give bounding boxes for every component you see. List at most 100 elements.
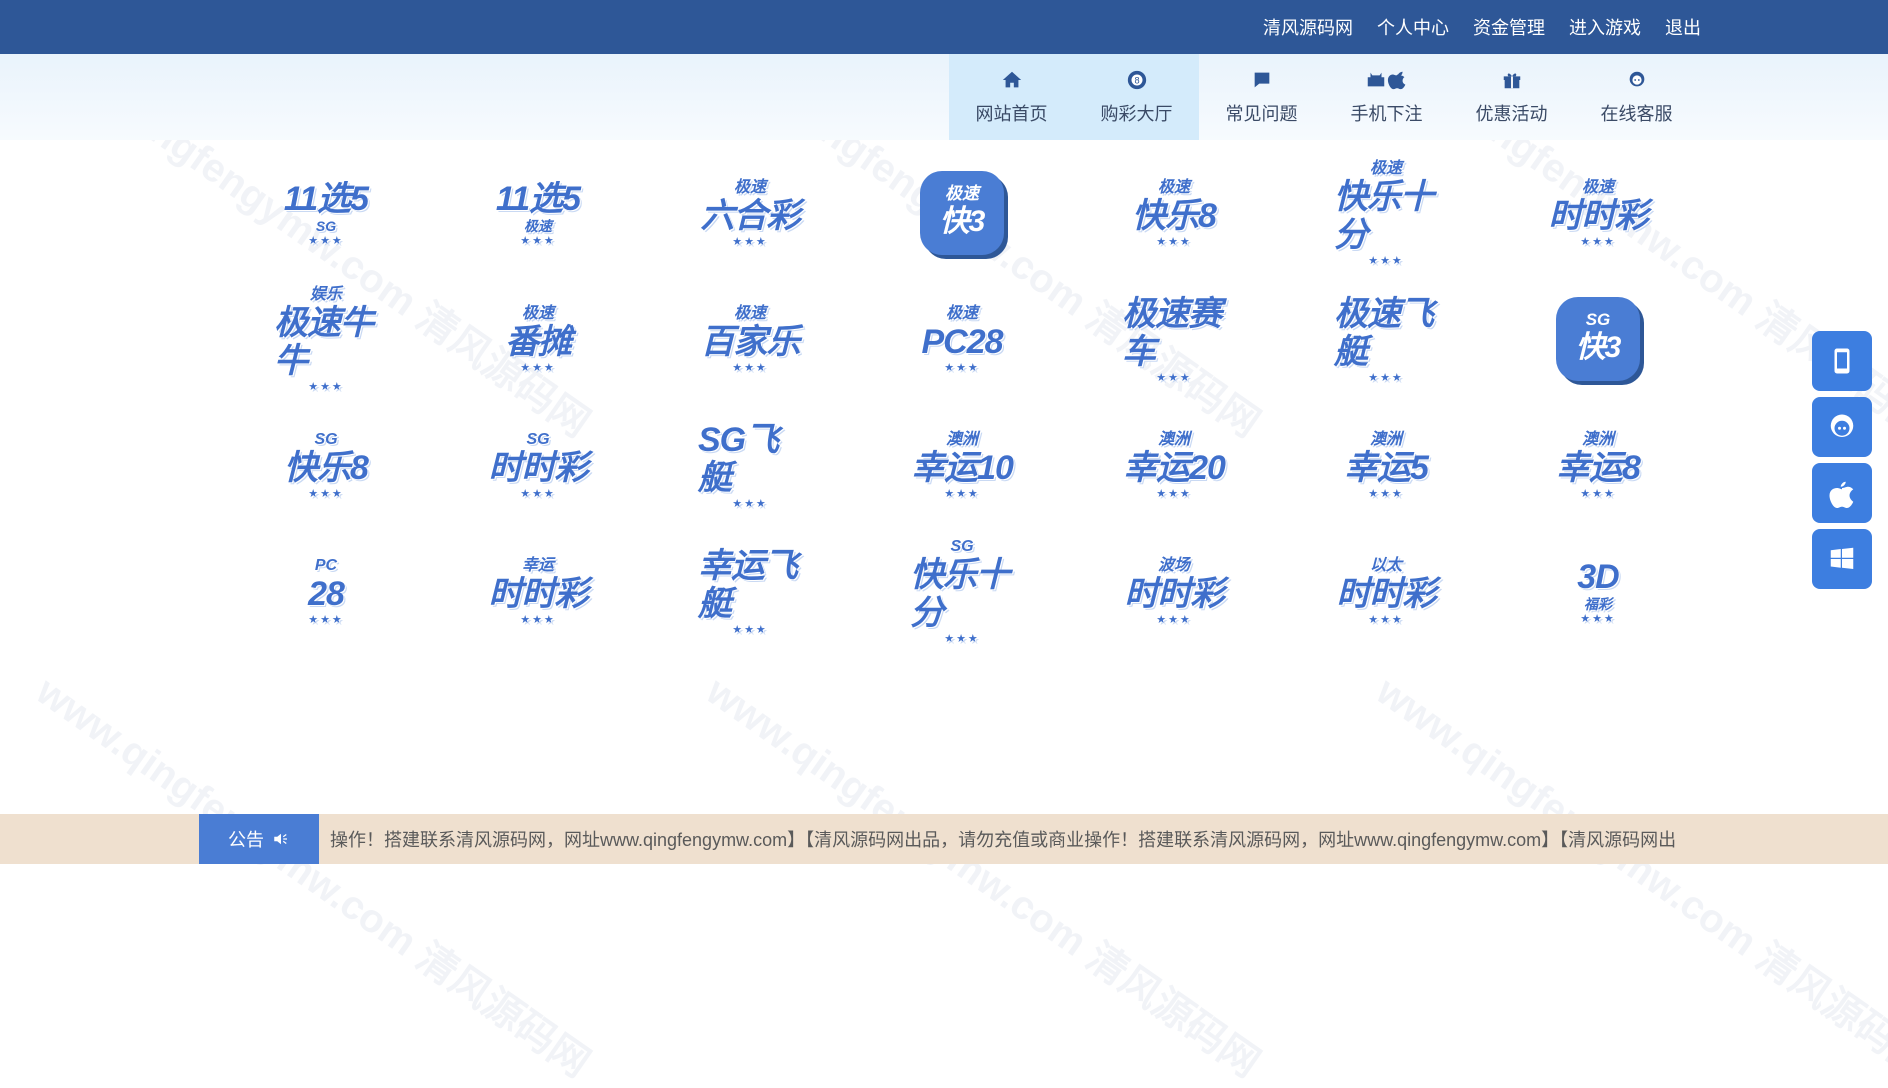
- game-tile[interactable]: 澳洲 幸运8 ★★★: [1492, 402, 1704, 528]
- game-logo: 澳洲 幸运20 ★★★: [1122, 417, 1226, 513]
- customer-service-button[interactable]: [1812, 397, 1872, 457]
- stars-decoration: ★★★: [520, 487, 556, 500]
- stars-decoration: ★★★: [944, 632, 980, 645]
- game-logo-top-text: 以太: [1369, 556, 1402, 574]
- top-link-profile[interactable]: 个人中心: [1377, 14, 1449, 40]
- nav-item-faq[interactable]: 常见问题: [1199, 54, 1324, 140]
- game-tile[interactable]: SG飞艇 ★★★: [644, 402, 856, 528]
- game-logo: SG 时时彩 ★★★: [486, 417, 590, 513]
- game-logo-main-text: SG飞艇: [698, 420, 779, 497]
- windows-icon: [1830, 547, 1854, 569]
- game-logo: 11选5 极速 ★★★: [486, 165, 590, 261]
- game-logo-top-text: 极速: [1157, 178, 1190, 196]
- game-logo-top-text: PC: [314, 556, 338, 574]
- stars-decoration: ★★★: [944, 361, 980, 374]
- game-logo-main-text: PC28: [921, 322, 1003, 361]
- game-tile[interactable]: 11选5 SG ★★★: [220, 150, 432, 276]
- game-tile[interactable]: 以太 时时彩 ★★★: [1280, 528, 1492, 654]
- game-logo-top-text: 澳洲: [1581, 430, 1614, 448]
- game-tile[interactable]: 娱乐 极速牛牛 ★★★: [220, 276, 432, 402]
- game-logo: 极速 快乐8 ★★★: [1122, 165, 1226, 261]
- game-logo-main-text: 极速飞艇: [1334, 294, 1434, 371]
- stars-decoration: ★★★: [308, 234, 344, 247]
- nav-item-home[interactable]: 网站首页: [949, 54, 1074, 140]
- top-links: 清风源码网 个人中心 资金管理 进入游戏 退出: [1263, 0, 1701, 54]
- top-link-site[interactable]: 清风源码网: [1263, 14, 1353, 40]
- top-link-logout[interactable]: 退出: [1665, 14, 1701, 40]
- nav-item-promotions[interactable]: 优惠活动: [1449, 54, 1574, 140]
- nav-item-customer-service[interactable]: 在线客服: [1574, 54, 1699, 140]
- apple-button[interactable]: [1812, 463, 1872, 523]
- watermark: www.qingfengymw.com 清风源码网: [28, 669, 598, 1086]
- game-logo-main-text: 快3: [939, 205, 986, 238]
- game-tile[interactable]: 极速 百家乐 ★★★: [644, 276, 856, 402]
- top-link-enter-game[interactable]: 进入游戏: [1569, 14, 1641, 40]
- game-logo-main-text: 快3: [1575, 331, 1622, 364]
- game-logo-top-text: 波场: [1157, 556, 1190, 574]
- phone-button[interactable]: [1812, 331, 1872, 391]
- game-tile[interactable]: SG 快乐十分 ★★★: [856, 528, 1068, 654]
- game-tile[interactable]: 幸运 时时彩 ★★★: [432, 528, 644, 654]
- game-tile[interactable]: 波场 时时彩 ★★★: [1068, 528, 1280, 654]
- main-nav: 网站首页 8 购彩大厅 常见问题 手机下注 优惠活动 在线客服: [949, 54, 1699, 140]
- game-logo: 澳洲 幸运8 ★★★: [1546, 417, 1650, 513]
- game-logo-sub-text: 福彩: [1584, 595, 1612, 612]
- game-logo-main-text: 快乐8: [1132, 196, 1217, 235]
- stars-decoration: ★★★: [1368, 487, 1404, 500]
- top-link-funds[interactable]: 资金管理: [1473, 14, 1545, 40]
- game-logo-main-text: 3D: [1577, 557, 1619, 596]
- nav-item-mobile-bet[interactable]: 手机下注: [1324, 54, 1449, 140]
- game-tile[interactable]: 极速飞艇 ★★★: [1280, 276, 1492, 402]
- game-tile[interactable]: 极速 时时彩 ★★★: [1492, 150, 1704, 276]
- game-logo: SG飞艇 ★★★: [698, 417, 802, 513]
- game-logo-top-text: 幸运: [521, 556, 554, 574]
- game-tile[interactable]: 澳洲 幸运10 ★★★: [856, 402, 1068, 528]
- game-logo-main-text: 时时彩: [1124, 574, 1225, 613]
- game-tile[interactable]: 极速赛车 ★★★: [1068, 276, 1280, 402]
- apple-icon: [1829, 481, 1854, 508]
- stars-decoration: ★★★: [1156, 613, 1192, 626]
- game-tile[interactable]: SG 快3: [1492, 276, 1704, 402]
- game-logo-main-text: 极速赛车: [1122, 294, 1222, 371]
- home-icon: [1000, 68, 1024, 92]
- game-tile[interactable]: 幸运飞艇 ★★★: [644, 528, 856, 654]
- game-logo: 以太 时时彩 ★★★: [1334, 543, 1438, 639]
- game-tile[interactable]: SG 时时彩 ★★★: [432, 402, 644, 528]
- game-tile[interactable]: 极速 番摊 ★★★: [432, 276, 644, 402]
- windows-button[interactable]: [1812, 529, 1872, 589]
- stars-decoration: ★★★: [308, 613, 344, 626]
- game-tile[interactable]: 极速 PC28 ★★★: [856, 276, 1068, 402]
- game-logo-main-text: 时时彩: [488, 448, 589, 487]
- game-tile[interactable]: 极速 快乐8 ★★★: [1068, 150, 1280, 276]
- stars-decoration: ★★★: [944, 487, 980, 500]
- game-logo-top-text: 娱乐: [309, 285, 342, 303]
- game-tile[interactable]: 极速 六合彩 ★★★: [644, 150, 856, 276]
- phone-icon: [1834, 348, 1850, 374]
- game-tile[interactable]: SG 快乐8 ★★★: [220, 402, 432, 528]
- game-tile[interactable]: 澳洲 幸运5 ★★★: [1280, 402, 1492, 528]
- game-logo-top-text: 极速: [1581, 178, 1614, 196]
- game-tile[interactable]: 11选5 极速 ★★★: [432, 150, 644, 276]
- stars-decoration: ★★★: [520, 234, 556, 247]
- notice-bar: 公告 操作！搭建联系清风源码网，网址www.qingfengymw.com】【清…: [0, 814, 1888, 864]
- gift-icon: [1500, 68, 1524, 92]
- notice-label: 公告: [228, 830, 264, 850]
- game-tile[interactable]: 澳洲 幸运20 ★★★: [1068, 402, 1280, 528]
- game-tile[interactable]: 极速 快乐十分 ★★★: [1280, 150, 1492, 276]
- stars-decoration: ★★★: [732, 623, 768, 636]
- stars-decoration: ★★★: [1368, 371, 1404, 384]
- game-logo-sub-text: 极速: [524, 217, 552, 234]
- stars-decoration: ★★★: [732, 235, 768, 248]
- nav-item-lottery-hall[interactable]: 8 购彩大厅: [1074, 54, 1199, 140]
- game-logo: 极速 六合彩 ★★★: [698, 165, 802, 261]
- game-logo-main-text: 11选5: [283, 179, 369, 218]
- game-tile[interactable]: 极速 快3: [856, 150, 1068, 276]
- game-logo: 3D 福彩 ★★★: [1546, 543, 1650, 639]
- game-tile[interactable]: 3D 福彩 ★★★: [1492, 528, 1704, 654]
- game-grid: 11选5 SG ★★★ 11选5 极速 ★★★ 极速 六合彩 ★★★ 极速 快3 极速 快乐8 ★★★ 极速…: [220, 150, 1700, 654]
- game-logo-main-text: 六合彩: [700, 196, 801, 235]
- stars-decoration: ★★★: [308, 380, 344, 393]
- game-tile[interactable]: PC 28 ★★★: [220, 528, 432, 654]
- customer-service-icon: [1830, 414, 1854, 437]
- game-logo: 极速赛车 ★★★: [1122, 291, 1226, 387]
